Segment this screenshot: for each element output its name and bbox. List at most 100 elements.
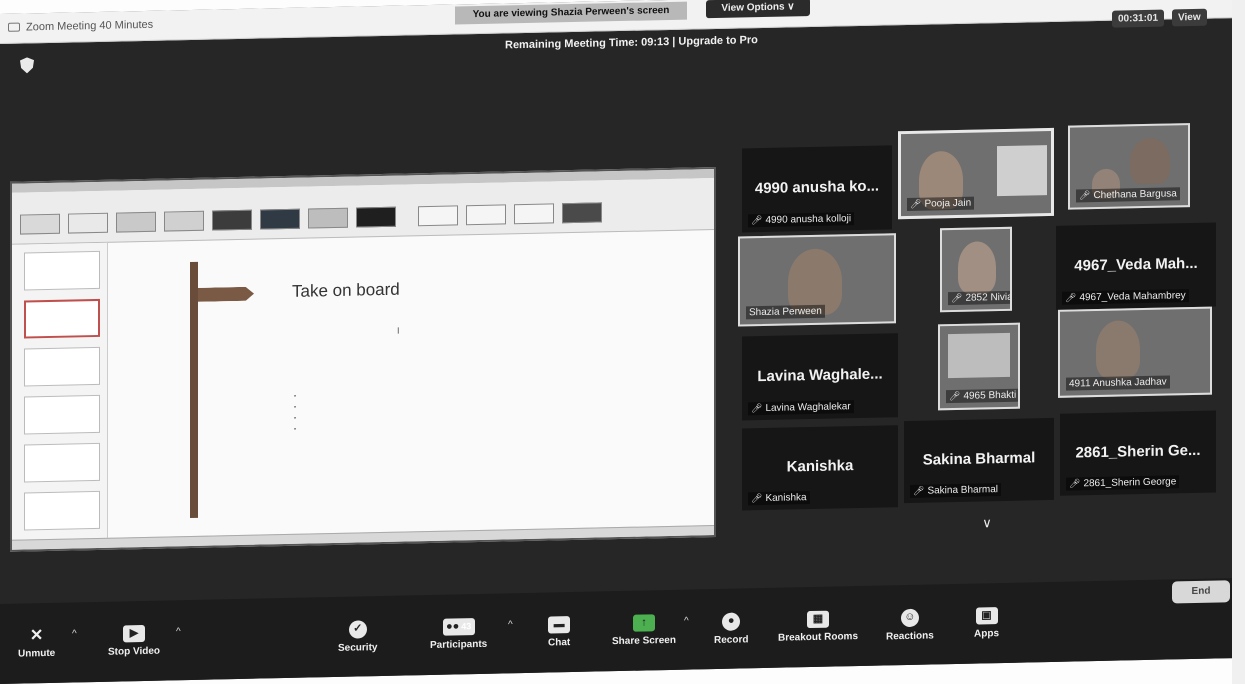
video-options-caret-icon[interactable]: ^ bbox=[176, 626, 181, 637]
participant-label: 🎤︎ 4967_Veda Mahambrey bbox=[1062, 289, 1189, 305]
muted-mic-icon: 🎤︎ bbox=[913, 485, 925, 496]
muted-mic-icon: 🎤︎ bbox=[1065, 292, 1077, 303]
apps-button[interactable]: ▣ Apps bbox=[974, 607, 999, 640]
participant-tile-video[interactable]: 🎤︎4965 Bhakti Rajarshi bbox=[938, 322, 1020, 411]
participant-name: Chethana Bargusa bbox=[1093, 188, 1177, 202]
design-thumbnail bbox=[466, 204, 506, 226]
slide-bullet: • bbox=[294, 415, 297, 422]
breakout-rooms-icon: ▦ bbox=[807, 610, 829, 629]
end-meeting-button[interactable]: End bbox=[1172, 580, 1230, 604]
participant-tile-video[interactable]: 4911 Anushka Jadhav bbox=[1058, 306, 1212, 398]
design-thumbnail bbox=[260, 208, 300, 230]
remaining-meeting-time[interactable]: Remaining Meeting Time: 09:13 | Upgrade … bbox=[505, 34, 758, 51]
meeting-toolbar: ✕ Unmute ^ ▶ Stop Video ^ ✓ Security ●● 4… bbox=[0, 577, 1245, 684]
stop-video-button[interactable]: ▶ Stop Video bbox=[108, 624, 160, 658]
muted-mic-icon: 🎤︎ bbox=[949, 390, 961, 402]
participant-video bbox=[1096, 320, 1140, 380]
participant-name: Sakina Bharmal bbox=[927, 484, 999, 497]
record-icon: ● bbox=[722, 612, 741, 631]
participants-caret-icon[interactable]: ^ bbox=[508, 619, 513, 630]
chat-label: Chat bbox=[548, 637, 571, 649]
gallery-next-page-chevron-icon[interactable]: ∨ bbox=[972, 515, 1002, 536]
participant-tile[interactable]: Sakina Bharmal 🎤︎ Sakina Bharmal bbox=[904, 417, 1054, 504]
chat-button[interactable]: ▬ Chat bbox=[548, 616, 571, 649]
participant-tile[interactable]: 2861_Sherin Ge... 🎤︎ 2861_Sherin George bbox=[1060, 410, 1216, 496]
slide-thumbnail bbox=[24, 490, 100, 531]
slide-thumbnail bbox=[24, 346, 100, 387]
security-button[interactable]: ✓ Security bbox=[338, 620, 377, 654]
slide-thumbnail-selected bbox=[24, 298, 100, 339]
design-thumbnail bbox=[116, 211, 156, 233]
breakout-rooms-button[interactable]: ▦ Breakout Rooms bbox=[778, 610, 858, 644]
participant-name: 4911 Anushka Jadhav bbox=[1069, 376, 1167, 390]
video-background bbox=[948, 332, 1010, 379]
share-screen-button[interactable]: ↑ Share Screen bbox=[612, 614, 676, 647]
participants-button[interactable]: ●● 43 Participants bbox=[430, 618, 487, 651]
audio-options-caret-icon[interactable]: ^ bbox=[72, 628, 77, 639]
design-thumbnail bbox=[308, 207, 348, 229]
participant-label: 🎤︎ Lavina Waghalekar bbox=[748, 400, 854, 416]
participant-name-large: Sakina Bharmal bbox=[922, 449, 1036, 469]
participant-tile-video[interactable]: Shazia Perween bbox=[738, 233, 896, 327]
apps-icon: ▣ bbox=[975, 607, 998, 625]
muted-mic-icon: 🎤︎ bbox=[1079, 190, 1091, 201]
muted-mic-icon: 🎤︎ bbox=[910, 198, 922, 209]
signpost-graphic bbox=[190, 261, 198, 519]
participant-name-large: 4967_Veda Mah... bbox=[1074, 254, 1198, 275]
slide-heading: Take on board bbox=[292, 279, 400, 301]
participant-tile-video[interactable]: 🎤︎ 2852 Nivia bbox=[940, 226, 1012, 313]
record-button[interactable]: ● Record bbox=[714, 612, 748, 646]
participant-name: Lavina Waghalekar bbox=[765, 401, 851, 414]
slide-bullets: • • • • bbox=[294, 392, 296, 436]
participant-name-large: Kanishka bbox=[786, 457, 854, 476]
participant-label: 🎤︎ Kanishka bbox=[748, 491, 810, 506]
share-screen-icon: ↑ bbox=[632, 614, 655, 632]
design-thumbnail bbox=[356, 206, 396, 228]
zoom-app-icon bbox=[8, 22, 20, 32]
slide-thumbnail bbox=[24, 394, 100, 435]
design-thumbnail bbox=[68, 212, 108, 234]
participant-tile[interactable]: Kanishka 🎤︎ Kanishka bbox=[742, 425, 898, 511]
window-title: Zoom Meeting 40 Minutes bbox=[26, 18, 154, 34]
muted-mic-icon: 🎤︎ bbox=[951, 292, 963, 304]
participant-name: 4967_Veda Mahambrey bbox=[1079, 290, 1186, 304]
participant-label: 🎤︎ Sakina Bharmal bbox=[910, 483, 1002, 498]
unmute-button[interactable]: ✕ Unmute bbox=[18, 627, 55, 660]
participant-tile[interactable]: 4967_Veda Mah... 🎤︎ 4967_Veda Mahambrey bbox=[1056, 222, 1216, 310]
view-button[interactable]: View bbox=[1172, 8, 1207, 27]
slide-bullet: • bbox=[294, 393, 297, 400]
participant-name: 2852 Nivia bbox=[965, 291, 1012, 304]
participant-name: Shazia Perween bbox=[749, 305, 822, 319]
muted-mic-icon: 🎤︎ bbox=[1069, 478, 1081, 489]
chat-bubble-icon: ▬ bbox=[548, 616, 571, 634]
participant-tile[interactable]: 4990 anusha ko... 🎤︎ 4990 anusha kolloji bbox=[742, 145, 892, 233]
zoom-window: Zoom Meeting 40 Minutes You are viewing … bbox=[0, 0, 1245, 684]
view-options-button[interactable]: View Options ∨ bbox=[706, 0, 810, 19]
share-options-caret-icon[interactable]: ^ bbox=[684, 616, 689, 627]
participant-label: Shazia Perween bbox=[746, 304, 825, 320]
participant-label: 🎤︎ Pooja Jain bbox=[907, 196, 975, 212]
participant-label: 🎤︎ 4990 anusha kolloji bbox=[748, 212, 855, 228]
text-cursor-icon: I bbox=[397, 325, 400, 336]
meeting-timer: 00:31:01 bbox=[1112, 9, 1165, 28]
reactions-button[interactable]: ☺ Reactions bbox=[886, 608, 934, 642]
encryption-shield-icon[interactable] bbox=[20, 57, 34, 73]
viewing-banner: You are viewing Shazia Perween's screen bbox=[455, 1, 687, 25]
muted-mic-icon: 🎤︎ bbox=[751, 493, 763, 504]
slide-thumbnail bbox=[24, 250, 100, 291]
participant-tile-video[interactable]: 🎤︎ Pooja Jain bbox=[898, 127, 1054, 220]
slide-thumbnail bbox=[24, 442, 100, 483]
reactions-smiley-icon: ☺ bbox=[900, 608, 919, 628]
participants-icon: ●● 43 bbox=[442, 618, 475, 636]
participant-tile[interactable]: Lavina Waghale... 🎤︎ Lavina Waghalekar bbox=[742, 333, 898, 421]
participant-label: 4911 Anushka Jadhav bbox=[1066, 375, 1170, 391]
participant-name: Pooja Jain bbox=[924, 197, 972, 210]
design-thumbnail bbox=[562, 202, 602, 224]
participant-tile-video[interactable]: 🎤︎ Chethana Bargusa bbox=[1068, 123, 1190, 210]
participant-name-large: 4990 anusha ko... bbox=[754, 177, 880, 198]
participant-name-large: Lavina Waghale... bbox=[757, 365, 883, 386]
participants-label: Participants bbox=[430, 638, 488, 651]
participant-label: 🎤︎ Chethana Bargusa bbox=[1076, 187, 1180, 203]
participant-video bbox=[958, 241, 996, 294]
design-thumbnail bbox=[164, 210, 204, 232]
